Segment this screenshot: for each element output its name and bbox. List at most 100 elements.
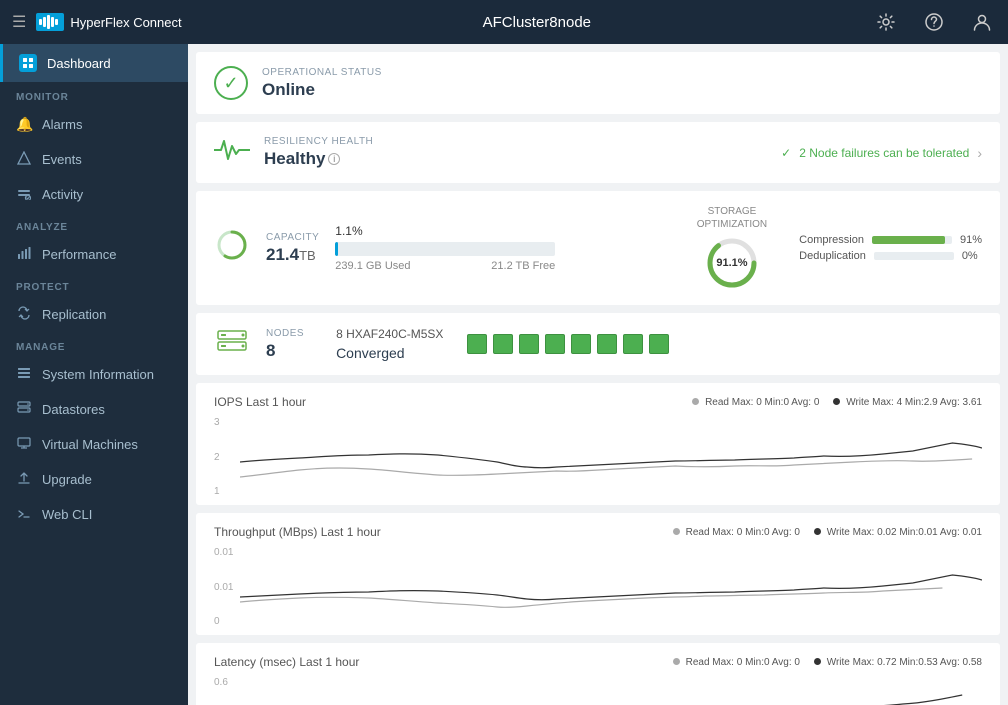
performance-label: Performance [42, 247, 116, 262]
capacity-info: CAPACITY 21.4TB [266, 232, 319, 265]
events-label: Events [42, 152, 82, 167]
web-cli-icon [16, 506, 32, 523]
performance-icon [16, 246, 32, 263]
compression-dedup-section: Compression 91% Deduplication 0% [799, 234, 982, 262]
cisco-logo-icon [36, 13, 64, 31]
logo: HyperFlex Connect [36, 13, 181, 31]
sidebar-item-datastores[interactable]: Datastores [0, 392, 188, 427]
alarms-icon: 🔔 [16, 116, 32, 133]
upgrade-icon [16, 471, 32, 488]
manage-section: MANAGE [0, 332, 188, 357]
throughput-chart-plot [240, 547, 982, 627]
capacity-bar-percent: 1.1% [335, 224, 665, 238]
node-square-2 [493, 334, 513, 354]
capacity-bar-section: 1.1% 239.1 GB Used 21.2 TB Free [335, 224, 665, 272]
nodes-card: NODES 8 8 HXAF240C-M5SX Converged [196, 313, 1000, 375]
resiliency-content: RESILIENCY HEALTH Healthy i [264, 136, 373, 169]
latency-chart-title: Latency (msec) Last 1 hour [214, 655, 359, 669]
latency-chart-legend: Read Max: 0 Min:0 Avg: 0 Write Max: 0.72… [673, 657, 982, 668]
node-square-4 [545, 334, 565, 354]
storage-optimization: STORAGEOPTIMIZATION 91.1% [697, 205, 767, 291]
node-squares-group [467, 334, 669, 354]
sidebar-item-activity[interactable]: Activity [0, 177, 188, 212]
iops-chart-legend: Read Max: 0 Min:0 Avg: 0 Write Max: 4 Mi… [692, 397, 982, 408]
activity-icon [16, 186, 32, 203]
dashboard-icon [19, 54, 37, 72]
compression-bar-fill [872, 236, 945, 244]
menu-icon[interactable]: ☰ [12, 12, 26, 32]
node-square-5 [571, 334, 591, 354]
node-tolerance: ✓ 2 Node failures can be tolerated › [781, 145, 982, 161]
status-check-icon: ✓ [214, 66, 248, 100]
donut-value: 91.1% [716, 257, 747, 269]
iops-chart-area: 3 2 1 [214, 417, 982, 497]
datastores-label: Datastores [42, 402, 105, 417]
capacity-card: CAPACITY 21.4TB 1.1% 239.1 GB Used 21.2 … [196, 191, 1000, 305]
nodes-label: NODES [266, 328, 304, 339]
iops-chart-title: IOPS Last 1 hour [214, 395, 306, 409]
storage-opt-label: STORAGEOPTIMIZATION [697, 205, 767, 231]
sidebar-item-dashboard[interactable]: Dashboard [0, 44, 188, 82]
monitor-section: MONITOR [0, 82, 188, 107]
sidebar-item-replication[interactable]: Replication [0, 297, 188, 332]
events-icon [16, 151, 32, 168]
page-title: AFCluster8node [202, 14, 872, 31]
resiliency-card: RESILIENCY HEALTH Healthy i ✓ 2 Node fai… [196, 122, 1000, 183]
help-icon[interactable] [920, 8, 948, 36]
node-square-1 [467, 334, 487, 354]
capacity-label: CAPACITY [266, 232, 319, 243]
capacity-bar-fill [335, 242, 337, 256]
sidebar: Dashboard MONITOR 🔔 Alarms Events [0, 44, 188, 705]
activity-label: Activity [42, 187, 83, 202]
replication-icon [16, 306, 32, 323]
iops-write-legend: Write Max: 4 Min:2.9 Avg: 3.61 [833, 397, 982, 408]
iops-read-legend: Read Max: 0 Min:0 Avg: 0 [692, 397, 819, 408]
node-square-7 [623, 334, 643, 354]
capacity-icon [214, 229, 250, 268]
deduplication-bar [874, 252, 954, 260]
throughput-chart-legend: Read Max: 0 Min:0 Avg: 0 Write Max: 0.02… [673, 527, 982, 538]
replication-label: Replication [42, 307, 106, 322]
sidebar-item-system-information[interactable]: System Information [0, 357, 188, 392]
node-square-6 [597, 334, 617, 354]
resiliency-value: Healthy i [264, 149, 373, 169]
latency-yaxis: 0.6 0.4 0.2 [214, 677, 238, 705]
capacity-bar [335, 242, 555, 256]
throughput-write-legend: Write Max: 0.02 Min:0.01 Avg: 0.01 [814, 527, 982, 538]
sidebar-item-virtual-machines[interactable]: Virtual Machines [0, 427, 188, 462]
logo-text: HyperFlex Connect [70, 15, 181, 30]
compression-bar [872, 236, 952, 244]
upgrade-label: Upgrade [42, 472, 92, 487]
alarms-label: Alarms [42, 117, 82, 132]
latency-chart-card: Latency (msec) Last 1 hour Read Max: 0 M… [196, 643, 1000, 705]
throughput-read-legend: Read Max: 0 Min:0 Avg: 0 [673, 527, 800, 538]
sidebar-item-events[interactable]: Events [0, 142, 188, 177]
throughput-chart-header: Throughput (MBps) Last 1 hour Read Max: … [214, 525, 982, 539]
latency-chart-area: 0.6 0.4 0.2 [214, 677, 982, 705]
nodes-model: 8 HXAF240C-M5SX [336, 327, 443, 341]
header-icons [872, 8, 996, 36]
virtual-machines-label: Virtual Machines [42, 437, 138, 452]
latency-chart-header: Latency (msec) Last 1 hour Read Max: 0 M… [214, 655, 982, 669]
sidebar-item-web-cli[interactable]: Web CLI [0, 497, 188, 532]
capacity-bar-labels: 239.1 GB Used 21.2 TB Free [335, 260, 555, 272]
sidebar-item-upgrade[interactable]: Upgrade [0, 462, 188, 497]
latency-write-legend: Write Max: 0.72 Min:0.53 Avg: 0.58 [814, 657, 982, 668]
nodes-count: 8 [266, 341, 304, 361]
iops-yaxis: 3 2 1 [214, 417, 238, 497]
settings-icon[interactable] [872, 8, 900, 36]
iops-chart-header: IOPS Last 1 hour Read Max: 0 Min:0 Avg: … [214, 395, 982, 409]
header: ☰ HyperFlex Connect AFCluster8node [0, 0, 1008, 44]
sidebar-item-alarms[interactable]: 🔔 Alarms [0, 107, 188, 142]
sidebar-item-performance[interactable]: Performance [0, 237, 188, 272]
nodes-type: Converged [336, 345, 443, 361]
latency-chart-plot [240, 677, 982, 705]
nodes-model-section: 8 HXAF240C-M5SX Converged [336, 327, 443, 361]
resiliency-info-icon[interactable]: i [328, 153, 340, 165]
latency-read-legend: Read Max: 0 Min:0 Avg: 0 [673, 657, 800, 668]
user-icon[interactable] [968, 8, 996, 36]
throughput-yaxis: 0.01 0.01 0 [214, 547, 238, 627]
chevron-right-icon[interactable]: › [977, 145, 982, 161]
resiliency-pulse-icon [214, 137, 250, 169]
iops-chart-card: IOPS Last 1 hour Read Max: 0 Min:0 Avg: … [196, 383, 1000, 505]
